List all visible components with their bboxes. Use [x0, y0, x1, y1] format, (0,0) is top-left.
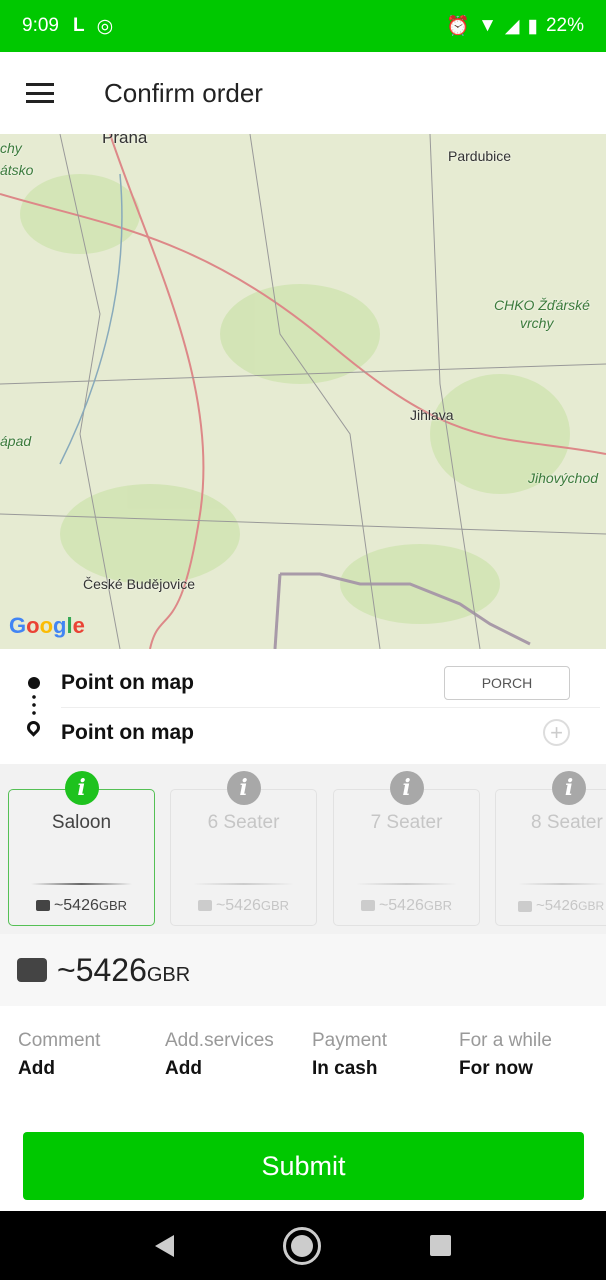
map-label: chy: [0, 140, 22, 156]
pickup-address[interactable]: Point on map: [61, 671, 194, 695]
map-label: CHKO Žďárské: [494, 297, 590, 313]
car-card-6-seater[interactable]: i 6 Seater ~5426GBR: [170, 771, 317, 926]
car-price: ~5426GBR: [9, 897, 154, 915]
google-logo: Google: [9, 613, 85, 638]
divider: [61, 707, 600, 708]
wallet-icon: [360, 900, 375, 912]
option-add-services[interactable]: Add.services Add: [147, 1030, 294, 1080]
wallet-icon: [17, 958, 47, 982]
scooter-icon: L: [72, 15, 85, 36]
status-time: 9:09: [22, 15, 59, 36]
map-label: átsko: [0, 162, 34, 178]
car-name: Saloon: [51, 812, 112, 833]
origin-dot-icon: [28, 677, 40, 689]
option-comment[interactable]: Comment Add: [0, 1030, 147, 1080]
recents-icon[interactable]: [430, 1235, 452, 1256]
wallet-icon: [518, 900, 532, 912]
battery-icon: ▮: [527, 15, 538, 37]
submit-button[interactable]: Submit: [23, 1132, 584, 1200]
route-panel: Point on map PORCH Point on map +: [0, 660, 606, 764]
total-price: ~5426GBR: [57, 951, 191, 988]
map-label: ápad: [0, 433, 32, 449]
app-bar: Confirm order: [0, 52, 606, 134]
battery-percent: 22%: [545, 15, 584, 36]
back-icon[interactable]: [154, 1234, 174, 1257]
total-price-bar: ~5426GBR: [0, 934, 606, 1006]
add-stop-icon[interactable]: +: [543, 719, 570, 746]
app-icon: ◎: [96, 15, 114, 37]
destination-address[interactable]: Point on map: [61, 721, 194, 745]
map-label: České Budějovice: [83, 576, 196, 592]
info-icon[interactable]: i: [226, 771, 261, 805]
option-payment[interactable]: Payment In cash: [294, 1030, 441, 1080]
map-label: Praha: [102, 134, 148, 147]
car-card-7-seater[interactable]: i 7 Seater ~5426GBR: [333, 771, 480, 926]
signal-icon: ◢: [504, 15, 520, 37]
map-view[interactable]: Praha Pardubice CHKO Žďárské vrchy Jihla…: [0, 134, 606, 649]
option-time[interactable]: For a while For now: [441, 1030, 588, 1080]
wallet-icon: [197, 900, 212, 912]
hamburger-icon[interactable]: [26, 83, 54, 103]
home-icon[interactable]: [282, 1226, 321, 1265]
map-label: Pardubice: [448, 148, 512, 164]
car-price: ~5426GBR: [171, 897, 316, 915]
car-price: ~5426GBR: [496, 897, 606, 914]
car-card-saloon[interactable]: i Saloon ~5426GBR: [8, 771, 155, 926]
alarm-icon: ⏰: [446, 16, 471, 37]
map-roads: [0, 134, 606, 649]
car-card-8-seater[interactable]: i 8 Seater ~5426GBR: [495, 771, 606, 926]
info-icon[interactable]: i: [552, 771, 586, 805]
wallet-icon: [35, 900, 50, 912]
map-label: Jihlava: [410, 407, 454, 423]
status-bar: 9:09 L ◎ ⏰ ▼ ◢ ▮ 22%: [0, 0, 606, 52]
destination-pin-icon: [24, 718, 43, 737]
page-title: Confirm order: [104, 77, 263, 108]
car-name: 7 Seater: [370, 812, 443, 833]
info-icon[interactable]: i: [64, 771, 99, 805]
info-icon[interactable]: i: [389, 771, 424, 805]
car-class-list[interactable]: i Saloon ~5426GBR i 6 Seater ~5426GBR i …: [0, 764, 606, 934]
map-label: Jihovýchod: [528, 470, 599, 486]
car-name: 6 Seater: [207, 812, 280, 833]
wifi-icon: ▼: [478, 15, 497, 36]
car-price: ~5426GBR: [334, 897, 479, 915]
map-label: vrchy: [520, 315, 554, 331]
order-options: Comment Add Add.services Add Payment In cas…: [0, 1030, 606, 1080]
navigation-bar: [0, 1211, 606, 1280]
porch-button[interactable]: PORCH: [444, 666, 570, 700]
route-dots: [32, 693, 36, 717]
car-name: 8 Seater: [531, 812, 603, 833]
